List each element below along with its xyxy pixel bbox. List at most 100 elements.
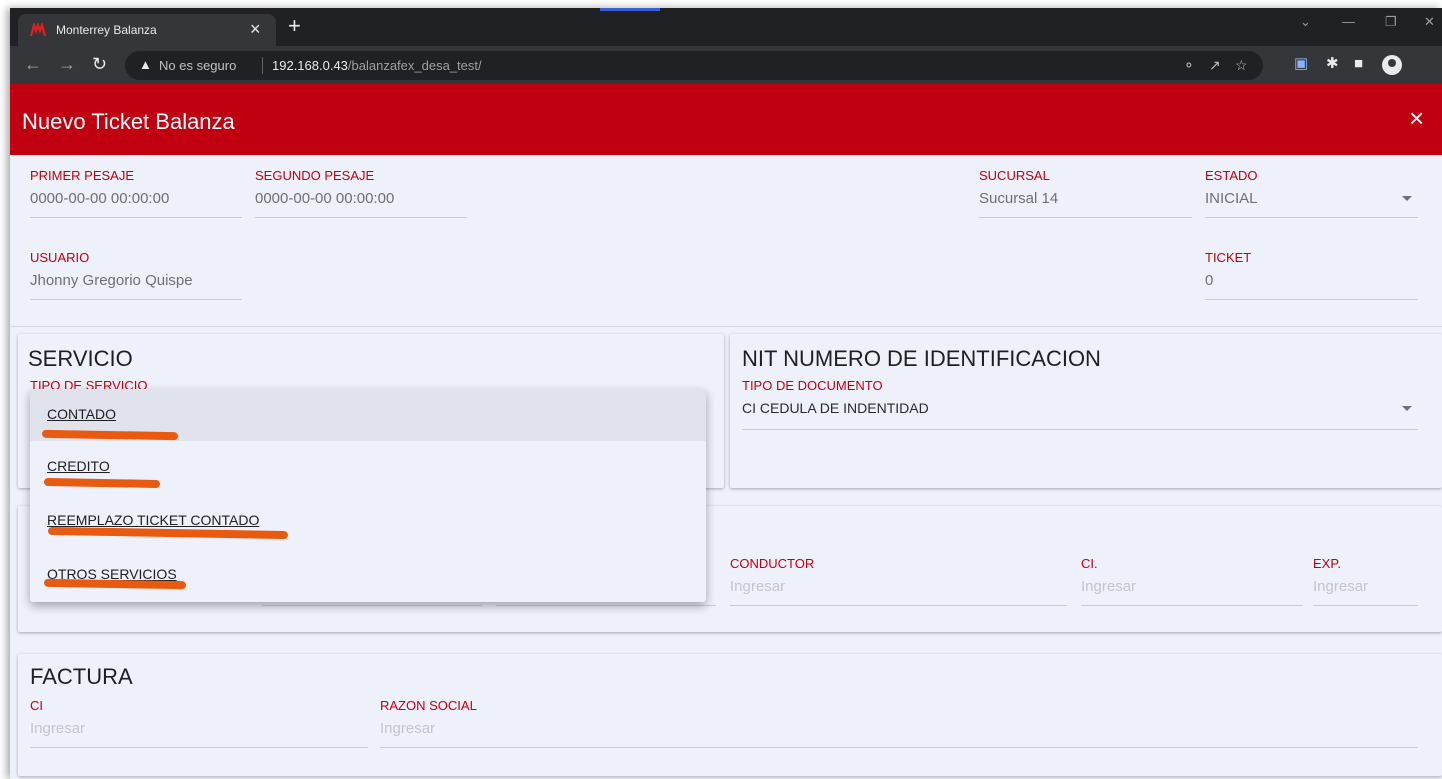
tab-title: Monterrey Balanza — [56, 23, 157, 37]
factura-ci-label: CI — [30, 698, 43, 713]
highlight-underline — [43, 578, 187, 590]
option-contado[interactable]: CONTADO — [30, 389, 706, 441]
conductor-label: CONDUCTOR — [730, 556, 815, 571]
servicio-title: SERVICIO — [28, 346, 133, 371]
minimize-icon[interactable]: — — [1342, 14, 1355, 29]
omnibox-separator — [262, 57, 263, 74]
tab-search-icon[interactable]: ⌄ — [1300, 14, 1311, 30]
conductor-exp-input[interactable]: EXP. Ingresar — [1313, 556, 1418, 606]
nit-card: NIT NUMERO DE IDENTIFICACION TIPO DE DOC… — [730, 334, 1442, 488]
usuario-value: Jhonny Gregorio Quispe — [30, 272, 193, 289]
star-icon[interactable]: ☆ — [1235, 57, 1248, 74]
new-tab-icon[interactable]: + — [288, 15, 301, 37]
estado-label: ESTADO — [1205, 168, 1258, 183]
option-label: REEMPLAZO TICKET CONTADO — [47, 512, 260, 528]
restore-icon[interactable]: ❐ — [1385, 14, 1397, 30]
tab-close-icon[interactable]: × — [250, 19, 261, 39]
ticket-field: TICKET 0 — [1205, 250, 1418, 300]
warning-icon[interactable]: ▲ — [139, 57, 152, 72]
tipo-documento-select[interactable]: TIPO DE DOCUMENTO CI CEDULA DE INDENTIDA… — [742, 378, 1418, 430]
window-close-icon[interactable]: ✕ — [1424, 14, 1435, 30]
sucursal-label: SUCURSAL — [979, 168, 1050, 183]
field-underline — [255, 217, 467, 218]
razon-social-input[interactable]: RAZON SOCIAL Ingresar — [380, 698, 1418, 748]
field-underline — [742, 429, 1418, 430]
field-underline — [1313, 605, 1418, 606]
chevron-down-icon[interactable] — [1402, 406, 1412, 411]
tipo-documento-label: TIPO DE DOCUMENTO — [742, 378, 883, 393]
option-otros-servicios[interactable]: OTROS SERVICIOS — [30, 549, 706, 601]
field-underline — [496, 605, 716, 606]
conductor-exp-label: EXP. — [1313, 556, 1341, 571]
tab-bar: Monterrey Balanza × + ⌄ — ❐ ✕ — [10, 8, 1442, 46]
tipo-documento-value[interactable]: CI CEDULA DE INDENTIDAD — [742, 400, 929, 416]
usuario-field: USUARIO Jhonny Gregorio Quispe — [30, 250, 242, 300]
browser-toolbar: ← → ↻ ▲ No es seguro 192.168.0.43/balanz… — [10, 46, 1442, 84]
close-icon[interactable]: × — [1409, 104, 1424, 132]
sucursal-value: Sucursal 14 — [979, 190, 1059, 207]
extension-icon[interactable]: ▣ — [1294, 55, 1308, 73]
field-underline — [1205, 217, 1418, 218]
option-label: CREDITO — [47, 458, 110, 474]
razon-social-label: RAZON SOCIAL — [380, 698, 477, 713]
security-label[interactable]: No es seguro — [159, 58, 236, 73]
chevron-down-icon[interactable] — [1402, 196, 1412, 201]
highlight-underline — [47, 526, 289, 540]
razon-social-placeholder[interactable]: Ingresar — [380, 720, 435, 737]
field-underline — [30, 217, 242, 218]
forward-arrow-icon[interactable]: → — [58, 54, 76, 74]
usuario-label: USUARIO — [30, 250, 90, 265]
sidepanel-icon[interactable]: ■ — [1354, 55, 1363, 73]
primer-pesaje-label: PRIMER PESAJE — [30, 168, 135, 183]
browser-tab[interactable]: Monterrey Balanza × — [18, 14, 276, 46]
factura-title: FACTURA — [30, 664, 133, 689]
ticket-label: TICKET — [1205, 250, 1252, 265]
browser-window: Monterrey Balanza × + ⌄ — ❐ ✕ ← → ↻ ▲ No… — [10, 8, 1442, 779]
option-label: CONTADO — [47, 406, 116, 422]
nit-title: NIT NUMERO DE IDENTIFICACION — [742, 346, 1101, 371]
field-underline — [262, 605, 482, 606]
estado-value[interactable]: INICIAL — [1205, 190, 1258, 207]
field-underline — [979, 217, 1192, 218]
share-icon[interactable]: ↗ — [1209, 57, 1221, 74]
conductor-ci-placeholder[interactable]: Ingresar — [1081, 578, 1136, 595]
conductor-ci-input[interactable]: CI. Ingresar — [1081, 556, 1303, 606]
primer-pesaje-value: 0000-00-00 00:00:00 — [30, 190, 170, 207]
key-icon[interactable]: ⚬ — [1183, 57, 1195, 74]
tipo-servicio-dropdown: CONTADO CREDITO REEMPLAZO TICKET CONTADO… — [30, 389, 706, 602]
field-underline — [380, 747, 1418, 748]
sucursal-field: SUCURSAL Sucursal 14 — [979, 168, 1192, 218]
option-credito[interactable]: CREDITO — [30, 441, 706, 493]
url-host: 192.168.0.43 — [272, 58, 348, 73]
factura-ci-placeholder[interactable]: Ingresar — [30, 720, 85, 737]
factura-ci-input[interactable]: CI Ingresar — [30, 698, 368, 748]
puzzle-icon[interactable]: ✱ — [1326, 55, 1339, 73]
address-bar[interactable]: ▲ No es seguro 192.168.0.43/balanzafex_d… — [125, 51, 1263, 80]
section-divider — [10, 326, 1442, 327]
field-underline — [30, 747, 368, 748]
back-arrow-icon[interactable]: ← — [24, 54, 42, 74]
factura-card: FACTURA CI Ingresar RAZON SOCIAL Ingresa… — [18, 654, 1442, 776]
tab-strip-indicator — [600, 8, 660, 11]
field-underline — [30, 299, 242, 300]
field-underline — [1205, 299, 1418, 300]
option-reemplazo-ticket-contado[interactable]: REEMPLAZO TICKET CONTADO — [30, 495, 706, 547]
field-underline — [730, 605, 1067, 606]
url-path: /balanzafex_desa_test/ — [347, 58, 482, 73]
ticket-value: 0 — [1205, 272, 1214, 289]
highlight-underline — [41, 429, 179, 441]
url-text[interactable]: 192.168.0.43/balanzafex_desa_test/ — [272, 58, 482, 73]
conductor-input[interactable]: CONDUCTOR Ingresar — [730, 556, 1067, 606]
conductor-exp-placeholder[interactable]: Ingresar — [1313, 578, 1368, 595]
reload-icon[interactable]: ↻ — [92, 54, 107, 74]
monterrey-logo-icon — [30, 23, 46, 37]
estado-select[interactable]: ESTADO INICIAL — [1205, 168, 1418, 218]
segundo-pesaje-value: 0000-00-00 00:00:00 — [255, 190, 395, 207]
conductor-placeholder[interactable]: Ingresar — [730, 578, 785, 595]
page-title: Nuevo Ticket Balanza — [22, 109, 235, 134]
segundo-pesaje-label: SEGUNDO PESAJE — [255, 168, 375, 183]
field-underline — [1081, 605, 1303, 606]
conductor-ci-label: CI. — [1081, 556, 1098, 571]
primer-pesaje-field: PRIMER PESAJE 0000-00-00 00:00:00 — [30, 168, 242, 218]
profile-icon[interactable] — [1382, 55, 1402, 75]
